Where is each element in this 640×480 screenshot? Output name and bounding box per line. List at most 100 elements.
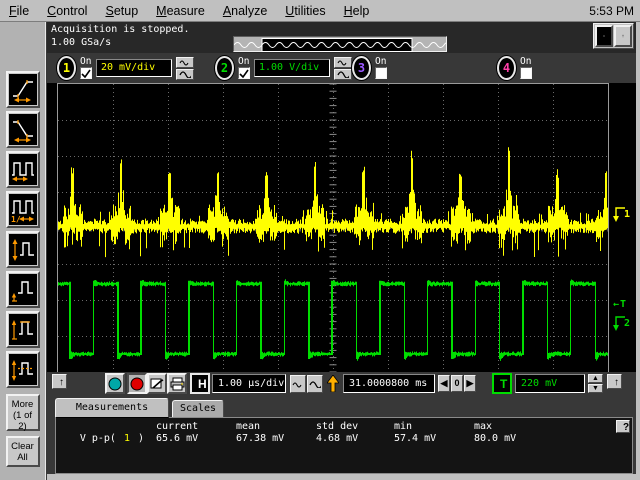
vpp-min-value: 57.4 mV bbox=[394, 433, 437, 444]
clear-all-button[interactable]: Clear All bbox=[5, 436, 40, 467]
measure-period-button[interactable] bbox=[5, 151, 40, 188]
measure-vaverage-button[interactable] bbox=[5, 351, 40, 388]
waveform-position-scrollbar[interactable] bbox=[233, 36, 459, 52]
channel-1-badge[interactable]: 1 bbox=[57, 56, 76, 80]
trigger-mode-button[interactable] bbox=[595, 25, 613, 47]
horizontal-trigger-bar: ↑ H 1.00 µs/div 31.0000800 ms ◀ 0 ▶ T 22… bbox=[47, 372, 636, 398]
channel-1-coarse-adjust-button[interactable] bbox=[176, 68, 194, 80]
channel-1-scale-spinner bbox=[176, 56, 194, 80]
display-mode-buttons bbox=[593, 23, 634, 49]
header-mean: mean bbox=[236, 421, 261, 432]
menu-file[interactable]: File bbox=[0, 2, 38, 20]
menu-utilities[interactable]: Utilities bbox=[276, 2, 334, 20]
right-up-arrow-button[interactable]: ↑ bbox=[607, 374, 622, 389]
header-std-dev: std dev bbox=[316, 421, 359, 432]
v-min-icon bbox=[8, 274, 37, 305]
header-min: min bbox=[394, 421, 413, 432]
channel-2-on-checkbox[interactable] bbox=[238, 67, 250, 79]
coarse-wave-icon bbox=[309, 381, 321, 388]
trigger-level-field[interactable]: 220 mV bbox=[515, 374, 585, 393]
measurement-channel-digit: 1 bbox=[123, 433, 130, 444]
channel-1-marker-digit: 1 bbox=[624, 208, 631, 220]
coarse-wave-icon bbox=[179, 71, 191, 78]
print-button[interactable] bbox=[167, 373, 187, 394]
oscilloscope-screen: File Control Setup Measure Analyze Utili… bbox=[0, 0, 640, 480]
channel-2-coarse-adjust-button[interactable] bbox=[334, 68, 352, 80]
measure-vmin-button[interactable] bbox=[5, 271, 40, 308]
check-icon bbox=[81, 69, 91, 78]
coarse-wave-icon bbox=[337, 71, 349, 78]
sample-rate: 1.00 GSa/s bbox=[51, 37, 112, 48]
main-panel: Acquisition is stopped. 1.00 GSa/s 1 On bbox=[47, 22, 636, 474]
channel-4-badge[interactable]: 4 bbox=[497, 56, 516, 80]
screen-copy-button[interactable] bbox=[147, 373, 167, 394]
menu-setup[interactable]: Setup bbox=[96, 2, 147, 20]
timebase-fine-button[interactable] bbox=[290, 375, 306, 393]
left-up-arrow-button[interactable]: ↑ bbox=[52, 374, 67, 389]
clock: 5:53 PM bbox=[589, 3, 634, 18]
run-icon bbox=[108, 377, 122, 390]
run-button[interactable] bbox=[105, 373, 125, 394]
check-icon bbox=[239, 69, 249, 78]
trigger-marker-arrow: ← bbox=[613, 299, 620, 310]
tab-scales[interactable]: Scales bbox=[172, 400, 224, 418]
channel-2-ground-marker[interactable]: 2 bbox=[611, 314, 630, 332]
measurement-label: V p-p(1) bbox=[79, 433, 144, 444]
channel-1-ground-marker[interactable]: 1 bbox=[611, 205, 630, 223]
channel-1-fine-adjust-button[interactable] bbox=[176, 56, 194, 68]
header-max: max bbox=[474, 421, 493, 432]
channel-3-on-label: On bbox=[375, 56, 387, 67]
channel-1-on-checkbox[interactable] bbox=[80, 67, 92, 79]
channel-4-on-label: On bbox=[520, 56, 532, 67]
fine-wave-icon bbox=[179, 60, 189, 65]
measure-toolbar: 1/ More (1 of 2) Clear All bbox=[0, 22, 46, 480]
more-measurements-button[interactable]: More (1 of 2) bbox=[5, 394, 40, 432]
position-right-button[interactable]: ▶ bbox=[464, 375, 476, 392]
menu-measure[interactable]: Measure bbox=[147, 2, 214, 20]
position-left-button[interactable]: ◀ bbox=[438, 375, 450, 392]
trigger-level-marker[interactable]: ← T bbox=[613, 299, 626, 310]
channel-2-scale-field[interactable]: 1.00 V/div bbox=[254, 59, 330, 77]
acquisition-bar: Acquisition is stopped. 1.00 GSa/s bbox=[47, 22, 636, 53]
tab-measurements[interactable]: Measurements bbox=[55, 398, 169, 418]
menu-analyze[interactable]: Analyze bbox=[214, 2, 276, 20]
measure-fall-time-button[interactable] bbox=[5, 111, 40, 148]
channel-4-controls: 4 On bbox=[497, 55, 532, 81]
vpp-mean-value: 67.38 mV bbox=[236, 433, 285, 444]
channel-1-on-label: On bbox=[80, 56, 92, 67]
trigger-level-up-button[interactable]: ▲ bbox=[588, 374, 603, 383]
waveform-stage: 1 ← T 2 bbox=[47, 83, 636, 373]
menu-control[interactable]: Control bbox=[38, 2, 96, 20]
measurements-panel: current mean std dev min max V p-p(1) 65… bbox=[55, 417, 633, 474]
measure-rise-time-button[interactable] bbox=[5, 71, 40, 108]
stop-button[interactable] bbox=[127, 373, 147, 394]
horizontal-position-field[interactable]: 31.0000800 ms bbox=[343, 374, 435, 393]
fine-wave-icon bbox=[292, 382, 302, 387]
channel-4-on-checkbox[interactable] bbox=[520, 67, 532, 79]
position-zero-button[interactable]: 0 bbox=[451, 375, 463, 392]
menu-bar: File Control Setup Measure Analyze Utili… bbox=[0, 0, 640, 22]
channel-1-scale-field[interactable]: 20 mV/div bbox=[96, 59, 172, 77]
channel-2-badge[interactable]: 2 bbox=[215, 56, 234, 80]
channel-3-controls: 3 On bbox=[352, 55, 387, 81]
channel-3-on-checkbox[interactable] bbox=[375, 67, 387, 79]
trigger-setup-button[interactable]: T bbox=[492, 373, 512, 394]
measure-frequency-button[interactable]: 1/ bbox=[5, 191, 40, 228]
channel-2-marker-digit: 2 bbox=[624, 317, 631, 329]
fall-time-icon bbox=[8, 114, 37, 145]
mouse-pointer-button[interactable] bbox=[614, 25, 632, 47]
help-button[interactable]: ? bbox=[616, 420, 630, 433]
channel-2-fine-adjust-button[interactable] bbox=[334, 56, 352, 68]
menu-help[interactable]: Help bbox=[335, 2, 379, 20]
trigger-level-down-button[interactable]: ▼ bbox=[588, 384, 603, 393]
timebase-field[interactable]: 1.00 µs/div bbox=[212, 374, 286, 393]
horizontal-setup-button[interactable]: H bbox=[190, 373, 210, 394]
printer-icon bbox=[170, 377, 184, 390]
rise-time-icon bbox=[8, 74, 37, 105]
measure-vpp-button[interactable] bbox=[5, 231, 40, 268]
channel-3-badge[interactable]: 3 bbox=[352, 56, 371, 80]
timebase-coarse-button[interactable] bbox=[307, 375, 323, 393]
measure-vmax-button[interactable] bbox=[5, 311, 40, 348]
trigger-position-arrow-icon[interactable] bbox=[327, 375, 339, 392]
trigger-marker-label: T bbox=[620, 299, 627, 310]
